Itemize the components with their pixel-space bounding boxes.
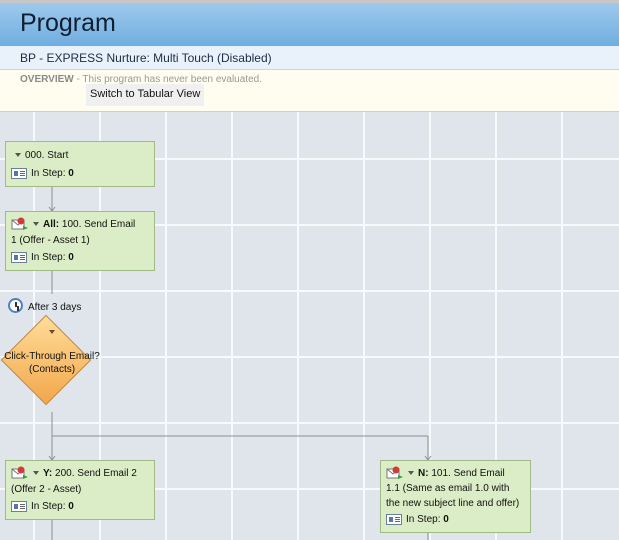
step-label-line2: (Offer 2 - Asset) xyxy=(11,484,82,495)
step-prefix: N: xyxy=(418,468,429,479)
chevron-down-icon[interactable] xyxy=(15,153,21,158)
decision-label-line2: (Contacts) xyxy=(28,364,76,375)
contact-card-icon xyxy=(386,514,402,525)
program-name-bar: BP - EXPRESS Nurture: Multi Touch (Disab… xyxy=(0,46,619,70)
flow-step-send-email-2[interactable]: Y: 200. Send Email 2 (Offer 2 - Asset) I… xyxy=(5,460,155,520)
step-prefix: All: xyxy=(43,219,60,230)
chevron-down-icon[interactable] xyxy=(49,330,55,334)
contact-card-icon xyxy=(11,168,27,179)
step-label: 101. Send Email xyxy=(428,468,505,479)
in-step-label: In Step: xyxy=(406,514,441,525)
flow-canvas[interactable]: 000. Start In Step: 0 All: 100. Send Ema… xyxy=(0,112,619,540)
step-prefix: Y: xyxy=(43,468,53,479)
in-step-label: In Step: xyxy=(31,252,66,263)
switch-tabular-view-button[interactable]: Switch to Tabular View xyxy=(86,84,205,106)
step-label-line3: the new subject line and offer) xyxy=(386,498,520,509)
wait-step-label[interactable]: After 3 days xyxy=(28,302,81,313)
flow-step-send-email-1-1[interactable]: N: 101. Send Email 1.1 (Same as email 1.… xyxy=(380,460,531,533)
email-icon xyxy=(11,466,28,480)
in-step-label: In Step: xyxy=(31,501,66,512)
in-step-label: In Step: xyxy=(31,168,66,179)
flow-step-send-email-1[interactable]: All: 100. Send Email 1 (Offer - Asset 1)… xyxy=(5,211,155,271)
in-step-count: 0 xyxy=(68,168,74,179)
overview-label: OVERVIEW xyxy=(20,74,74,85)
step-label: 000. Start xyxy=(25,150,69,161)
in-step-count: 0 xyxy=(68,252,74,263)
clock-icon xyxy=(8,298,23,313)
title-bar: Program xyxy=(0,0,619,46)
in-step-count: 0 xyxy=(443,514,449,525)
decision-label-line1: Click-Through Email? xyxy=(4,351,100,362)
chevron-down-icon[interactable] xyxy=(408,471,414,476)
email-icon xyxy=(386,466,403,480)
chevron-down-icon[interactable] xyxy=(33,471,39,476)
contact-card-icon xyxy=(11,501,27,512)
overview-panel: OVERVIEW - This program has never been e… xyxy=(0,70,619,112)
program-name: BP - EXPRESS Nurture: Multi Touch (Disab… xyxy=(20,51,272,65)
email-icon xyxy=(11,217,28,231)
flow-step-start[interactable]: 000. Start In Step: 0 xyxy=(5,141,155,187)
chevron-down-icon[interactable] xyxy=(33,222,39,227)
in-step-count: 0 xyxy=(68,501,74,512)
step-label: 200. Send Email 2 xyxy=(52,468,137,479)
step-label: 100. Send Email xyxy=(59,219,136,230)
decision-label: Click-Through Email? (Contacts) xyxy=(4,350,100,376)
step-label-line2: 1.1 (Same as email 1.0 with xyxy=(386,483,510,494)
step-label-line2: 1 (Offer - Asset 1) xyxy=(11,235,90,246)
page-title: Program xyxy=(20,9,116,37)
contact-card-icon xyxy=(11,252,27,263)
